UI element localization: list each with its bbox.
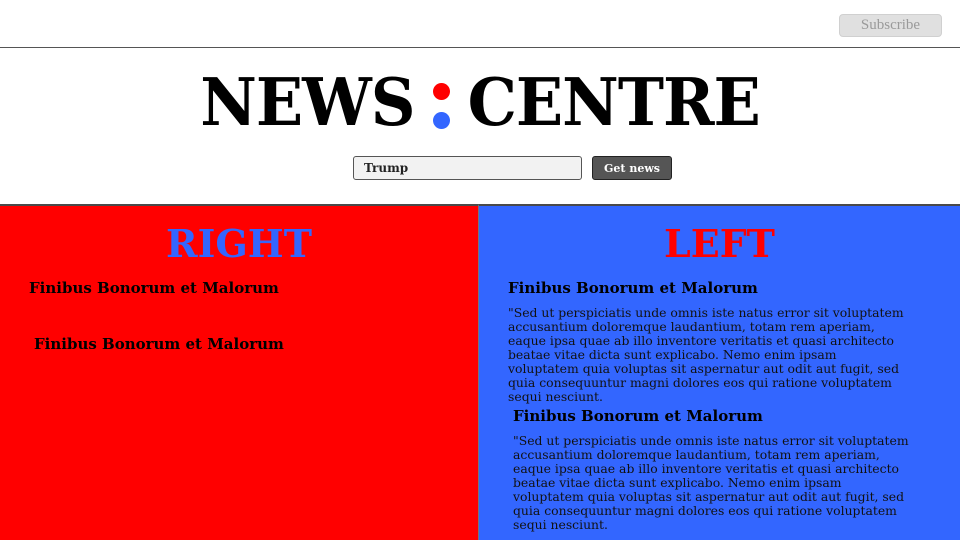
article-title[interactable]: Finibus Bonorum et Malorum [508, 278, 908, 298]
search-input[interactable] [353, 156, 582, 180]
right-article[interactable]: Finibus Bonorum et Malorum [29, 278, 279, 298]
right-panel-title: RIGHT [166, 221, 312, 266]
logo-word-centre: CENTRE [467, 63, 761, 141]
logo-word-news: NEWS [200, 63, 415, 141]
logo-dot-red [432, 83, 450, 100]
subscribe-button[interactable]: Subscribe [839, 14, 942, 37]
article-body: "Sed ut perspiciatis unde omnis iste nat… [513, 433, 909, 532]
site-logo: NEWS CENTRE [0, 62, 960, 142]
right-article[interactable]: Finibus Bonorum et Malorum [34, 334, 284, 354]
logo-colon [432, 83, 450, 129]
article-body: "Sed ut perspiciatis unde omnis iste nat… [508, 305, 904, 404]
logo-dot-blue [432, 112, 450, 129]
article-title[interactable]: Finibus Bonorum et Malorum [29, 278, 279, 298]
article-title[interactable]: Finibus Bonorum et Malorum [34, 334, 284, 354]
left-panel-title: LEFT [664, 221, 775, 266]
article-title[interactable]: Finibus Bonorum et Malorum [513, 406, 913, 426]
right-panel: RIGHT Finibus Bonorum et Malorum Finibus… [0, 204, 478, 540]
left-article[interactable]: Finibus Bonorum et Malorum "Sed ut persp… [508, 278, 908, 404]
get-news-button[interactable]: Get news [592, 156, 672, 180]
top-bar: Subscribe [0, 0, 960, 48]
left-article[interactable]: Finibus Bonorum et Malorum "Sed ut persp… [513, 406, 913, 532]
left-panel: LEFT Finibus Bonorum et Malorum "Sed ut … [478, 204, 960, 540]
